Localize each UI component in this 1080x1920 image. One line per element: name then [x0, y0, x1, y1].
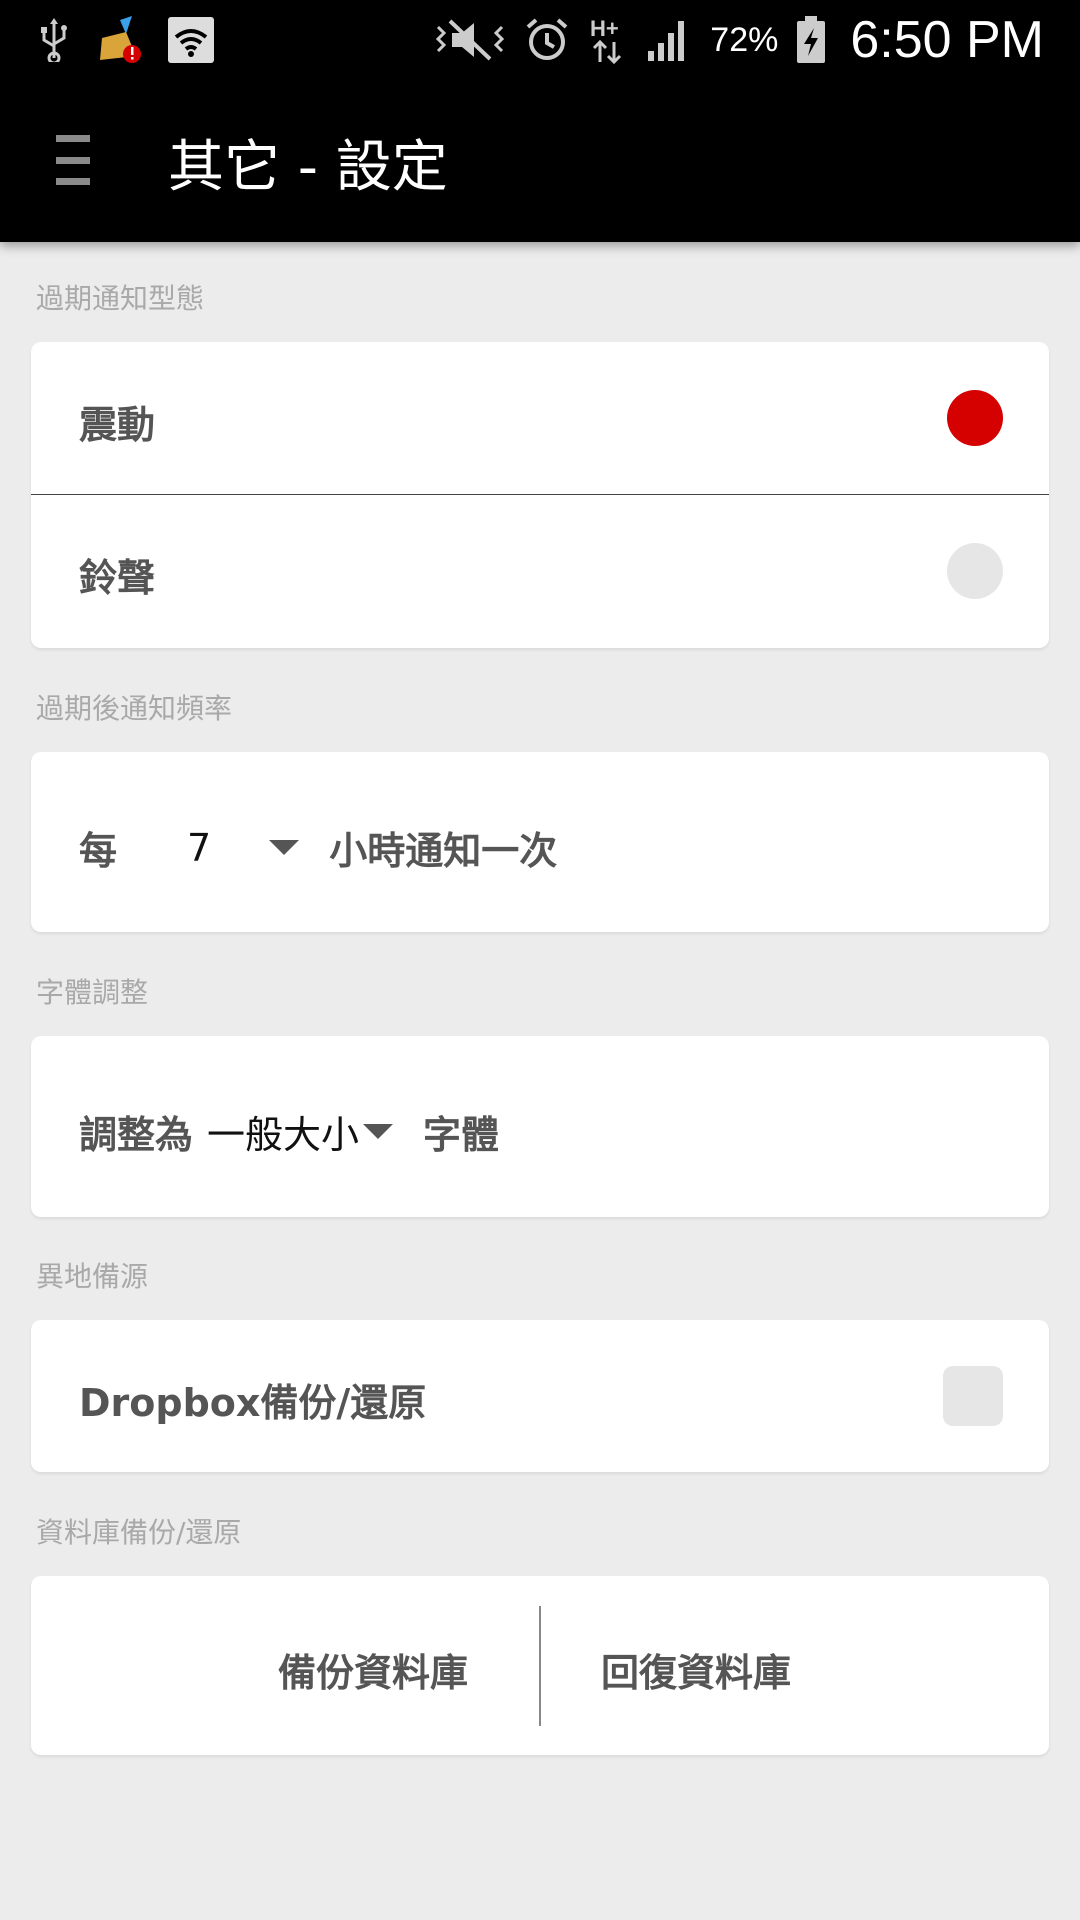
page-title: 其它 - 設定 [168, 135, 448, 200]
app-bar: 其它 - 設定 [0, 80, 1080, 242]
dropbox-checkbox[interactable] [943, 1366, 1003, 1426]
dropdown-caret-icon [363, 1124, 394, 1139]
section-label-frequency: 過期後通知頻率 [36, 692, 233, 725]
svg-text:H+: H+ [590, 16, 619, 41]
section-label-db-backup: 資料庫備份/還原 [36, 1516, 242, 1549]
usb-icon [38, 18, 70, 62]
dropbox-label: Dropbox備份/還原 [79, 1381, 427, 1425]
vibrate-mute-icon [434, 17, 506, 63]
wifi-icon [168, 17, 214, 63]
option-vibrate[interactable]: 震動 [31, 342, 1049, 494]
hamburger-menu-icon[interactable] [56, 135, 90, 185]
signal-icon [646, 17, 692, 63]
font-size-dropdown[interactable]: 一般大小 [207, 1104, 394, 1159]
font-card: 調整為 一般大小 字體 [31, 1036, 1049, 1217]
button-separator [539, 1606, 541, 1726]
font-row: 調整為 一般大小 字體 [79, 1104, 499, 1159]
section-label-font: 字體調整 [36, 976, 149, 1009]
frequency-value: 7 [187, 825, 212, 870]
hplus-data-icon: H+ [588, 14, 628, 66]
restore-db-button[interactable]: 回復資料庫 [601, 1642, 791, 1697]
backup-db-button[interactable]: 備份資料庫 [278, 1642, 468, 1697]
battery-charging-icon [796, 16, 826, 64]
remote-backup-card[interactable]: Dropbox備份/還原 [31, 1320, 1049, 1472]
status-bar: H+ 72% 6:50 PM [0, 0, 1080, 80]
alarm-icon [524, 17, 570, 63]
notify-type-card: 震動 鈴聲 [31, 342, 1049, 648]
radio-vibrate[interactable] [947, 390, 1003, 446]
font-prefix: 調整為 [79, 1113, 194, 1157]
font-suffix: 字體 [423, 1113, 500, 1157]
option-label: 震動 [79, 403, 156, 447]
radio-ringtone[interactable] [947, 543, 1003, 599]
cleaner-icon [96, 16, 142, 64]
frequency-dropdown[interactable]: 7 [187, 825, 300, 870]
section-label-notify-type: 過期通知型態 [36, 282, 205, 315]
frequency-prefix: 每 [79, 829, 118, 873]
frequency-suffix: 小時通知一次 [329, 829, 558, 873]
frequency-row: 每 7 小時通知一次 [79, 820, 557, 875]
frequency-card: 每 7 小時通知一次 [31, 752, 1049, 932]
font-size-value: 一般大小 [207, 1113, 360, 1157]
dropdown-caret-icon [269, 840, 300, 855]
option-label: 鈴聲 [79, 556, 156, 600]
db-backup-card: 備份資料庫 回復資料庫 [31, 1576, 1049, 1755]
clock: 6:50 PM [850, 11, 1044, 69]
option-ringtone[interactable]: 鈴聲 [31, 495, 1049, 648]
section-label-remote-backup: 異地備源 [36, 1260, 149, 1293]
battery-percent: 72% [710, 20, 779, 59]
